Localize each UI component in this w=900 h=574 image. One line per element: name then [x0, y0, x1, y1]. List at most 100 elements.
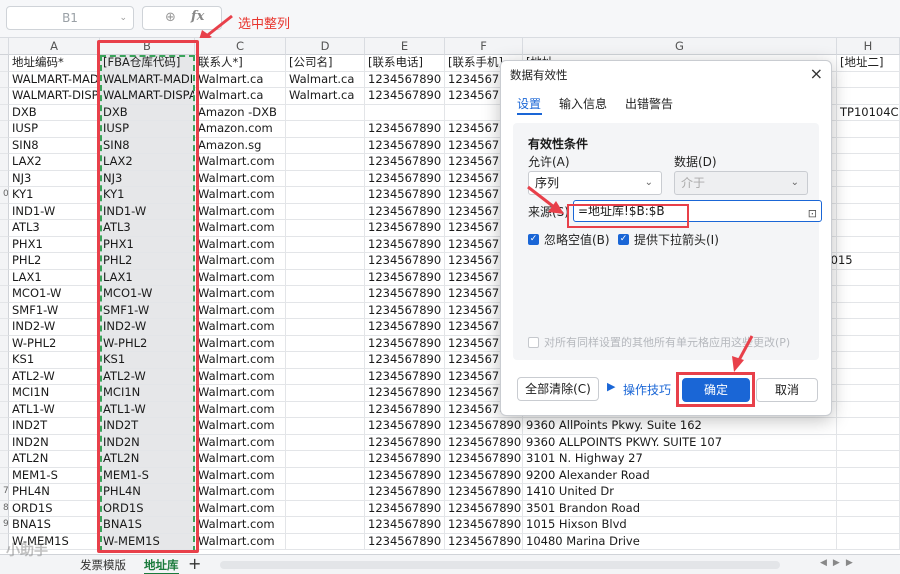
cell-c[interactable]: Amazon.com [195, 121, 286, 138]
cell-c[interactable]: Walmart.com [195, 533, 286, 550]
cell-h[interactable] [837, 484, 900, 501]
row-header[interactable] [0, 88, 9, 105]
row-header[interactable] [0, 55, 9, 72]
cell-d[interactable] [286, 401, 365, 418]
clear-all-button[interactable]: 全部清除(C) [517, 377, 599, 401]
cell-d[interactable] [286, 203, 365, 220]
cell-e[interactable]: 1234567890 [365, 517, 445, 534]
row-header[interactable] [0, 335, 9, 352]
cell-a[interactable]: WALMART-MADI [9, 71, 100, 88]
zoom-icon[interactable]: ⊕ [165, 10, 176, 25]
row-header[interactable] [0, 253, 9, 270]
cell-b[interactable]: MCI1N [100, 385, 195, 402]
tips-link[interactable]: 操作技巧 [623, 381, 671, 398]
cell-h[interactable] [837, 401, 900, 418]
cell-h[interactable] [837, 121, 900, 138]
cell-c[interactable]: Walmart.com [195, 500, 286, 517]
close-icon[interactable]: × [810, 64, 823, 83]
ok-button[interactable]: 确定 [682, 378, 750, 402]
tab-input-message[interactable]: 输入信息 [559, 95, 607, 112]
row-header[interactable] [0, 170, 9, 187]
cell-d[interactable] [286, 434, 365, 451]
row-header[interactable] [0, 451, 9, 468]
cell-e[interactable]: 1234567890 [365, 88, 445, 105]
cell-d[interactable]: [公司名] [286, 55, 365, 72]
name-box[interactable]: B1 ⌄ [6, 6, 134, 30]
cell-a[interactable]: PHL2 [9, 253, 100, 270]
cell-h[interactable]: [地址二] [837, 55, 900, 72]
cell-a[interactable]: IUSP [9, 121, 100, 138]
row-header[interactable] [0, 385, 9, 402]
range-picker-icon[interactable]: ⊡ [808, 204, 817, 224]
cell-h[interactable] [837, 368, 900, 385]
cell-h[interactable] [837, 467, 900, 484]
ignore-blank-checkbox[interactable]: ✓ [528, 234, 539, 245]
cell-f[interactable]: 1234567890 [445, 484, 523, 501]
cell-h[interactable] [837, 500, 900, 517]
cell-e[interactable]: 1234567890 [365, 335, 445, 352]
row-header[interactable] [0, 104, 9, 121]
cell-b[interactable]: LAX1 [100, 269, 195, 286]
cell-b[interactable]: ATL2-W [100, 368, 195, 385]
cell-c[interactable]: Walmart.com [195, 484, 286, 501]
cell-a[interactable]: IND2-W [9, 319, 100, 336]
cell-h[interactable] [837, 220, 900, 237]
cell-b[interactable]: PHL2 [100, 253, 195, 270]
cell-a[interactable]: DXB [9, 104, 100, 121]
row-header[interactable]: 7 [0, 484, 9, 501]
cell-c[interactable]: Walmart.com [195, 451, 286, 468]
cell-a[interactable]: NJ3 [9, 170, 100, 187]
cell-b[interactable]: PHL4N [100, 484, 195, 501]
cell-b[interactable]: WALMART-MADI [100, 71, 195, 88]
cell-b[interactable]: IND2T [100, 418, 195, 435]
row-header[interactable]: 0 [0, 187, 9, 204]
cell-f[interactable]: 1234567890 [445, 467, 523, 484]
cell-e[interactable]: 1234567890 [365, 71, 445, 88]
select-all-corner[interactable] [0, 38, 9, 55]
cell-c[interactable]: Walmart.com [195, 253, 286, 270]
cell-d[interactable] [286, 286, 365, 303]
cell-b[interactable]: SMF1-W [100, 302, 195, 319]
row-header[interactable] [0, 71, 9, 88]
row-header[interactable] [0, 418, 9, 435]
cell-d[interactable]: Walmart.ca [286, 88, 365, 105]
cell-c[interactable]: Amazon.sg [195, 137, 286, 154]
cell-h[interactable]: TP10104C a [837, 104, 900, 121]
row-header[interactable] [0, 401, 9, 418]
cell-d[interactable] [286, 187, 365, 204]
column-header-a[interactable]: A [9, 38, 100, 55]
cell-f[interactable]: 1234567890 [445, 418, 523, 435]
cell-f[interactable]: 1234567890 [445, 517, 523, 534]
cell-d[interactable] [286, 352, 365, 369]
tab-invoice-template[interactable]: 发票模版 [80, 557, 126, 573]
cell-h[interactable] [837, 71, 900, 88]
cell-f[interactable]: 1234567890 [445, 500, 523, 517]
play-icon[interactable]: ▶ [607, 380, 615, 393]
cell-d[interactable] [286, 236, 365, 253]
cell-h[interactable] [837, 187, 900, 204]
cell-c[interactable]: Walmart.com [195, 319, 286, 336]
cell-c[interactable]: Walmart.com [195, 170, 286, 187]
cell-a[interactable]: ATL2N [9, 451, 100, 468]
cell-e[interactable]: 1234567890 [365, 467, 445, 484]
cell-e[interactable]: 1234567890 [365, 451, 445, 468]
cell-a[interactable]: IND2N [9, 434, 100, 451]
cell-a[interactable]: ORD1S [9, 500, 100, 517]
cancel-button[interactable]: 取消 [756, 378, 818, 402]
cell-e[interactable]: 1234567890 [365, 203, 445, 220]
cell-d[interactable] [286, 500, 365, 517]
cell-c[interactable]: Walmart.ca [195, 71, 286, 88]
cell-e[interactable]: 1234567890 [365, 236, 445, 253]
cell-c[interactable]: Walmart.com [195, 368, 286, 385]
cell-a[interactable]: PHX1 [9, 236, 100, 253]
cell-e[interactable]: 1234567890 [365, 286, 445, 303]
cell-c[interactable]: Walmart.com [195, 335, 286, 352]
cell-a[interactable]: W-PHL2 [9, 335, 100, 352]
cell-d[interactable] [286, 484, 365, 501]
cell-a[interactable]: MCO1-W [9, 286, 100, 303]
row-header[interactable] [0, 121, 9, 138]
cell-e[interactable]: 1234567890 [365, 269, 445, 286]
cell-g[interactable]: 10480 Marina Drive [523, 533, 837, 550]
allow-select[interactable]: 序列 ⌄ [528, 171, 662, 195]
cell-h[interactable] [837, 352, 900, 369]
